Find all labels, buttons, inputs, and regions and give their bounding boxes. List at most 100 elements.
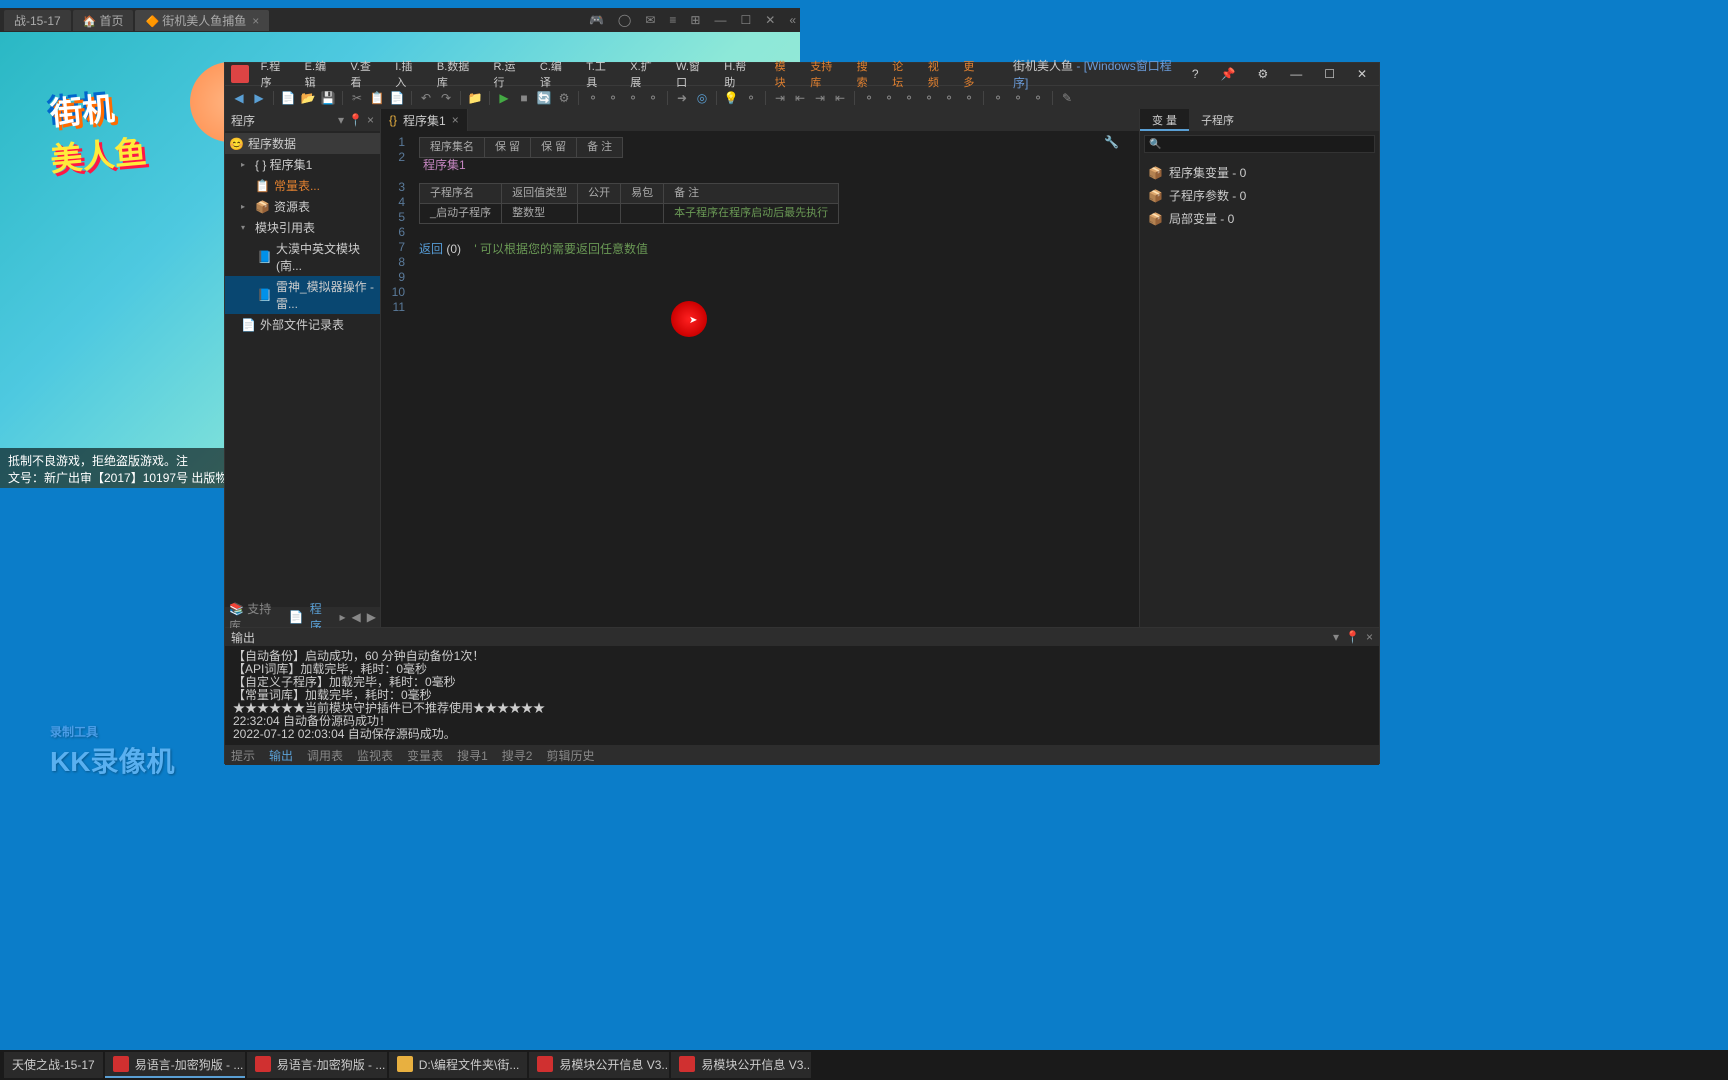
menu-extra-more[interactable]: 更多 [957,56,991,92]
forward-icon[interactable]: ▶ [251,90,267,106]
rp-search-input[interactable]: 🔍 [1144,135,1375,153]
taskbar-item-4[interactable]: 易模块公开信息 V3... [529,1052,669,1078]
output-content[interactable]: 【自动备份】启动成功，60 分钟自动备份1次！ 【API词库】加载完毕，耗时：0… [225,646,1379,745]
menu-help[interactable]: H.帮助 [718,56,762,92]
output-tab-watch[interactable]: 监视表 [357,747,393,764]
run-icon[interactable]: ▶ [496,90,512,106]
tree-item-constants[interactable]: 📋常量表... [225,175,380,196]
more6-icon[interactable]: ⚬ [961,90,977,106]
menu-run[interactable]: R.运行 [487,56,531,92]
more5-icon[interactable]: ⚬ [941,90,957,106]
menu-file[interactable]: F.程序 [255,56,297,92]
target-icon[interactable]: ◎ [694,90,710,106]
output-close-icon[interactable]: × [1366,630,1373,644]
redo-icon[interactable]: ↷ [438,90,454,106]
mail-icon[interactable]: ✉ [645,13,655,27]
code-editor[interactable]: 1 2 3 4 5 6 7 8 9 10 11 程序集名保 留保 留备 注 [381,131,1139,627]
menu-icon[interactable]: ≡ [669,13,676,27]
undo-icon[interactable]: ↶ [418,90,434,106]
wand-icon[interactable]: ✎ [1059,90,1075,106]
menu-extra-video[interactable]: 视频 [922,56,956,92]
menu-window[interactable]: W.窗口 [670,56,716,92]
tool5-icon[interactable]: ⚬ [743,90,759,106]
more9-icon[interactable]: ⚬ [1030,90,1046,106]
output-tab-output[interactable]: 输出 [269,747,293,764]
new-icon[interactable]: 📄 [280,90,296,106]
rp-tab-vars[interactable]: 变 量 [1140,109,1189,131]
output-tab-clip[interactable]: 剪辑历史 [546,747,594,764]
taskbar-item-0[interactable]: 天使之战-15-17 [4,1052,103,1078]
settings-icon[interactable]: ⚙ [1251,67,1274,81]
bulb-icon[interactable]: 💡 [723,90,739,106]
tree-root[interactable]: 😊程序数据 [225,133,380,154]
rp-tab-subs[interactable]: 子程序 [1189,109,1246,131]
rp-item-locals[interactable]: 📦局部变量 - 0 [1144,207,1375,230]
menu-extra-lib[interactable]: 支持库 [804,56,848,92]
more4-icon[interactable]: ⚬ [921,90,937,106]
tree-item-external[interactable]: 📄外部文件记录表 [225,314,380,335]
rp-item-setvar[interactable]: 📦程序集变量 - 0 [1144,161,1375,184]
menu-insert[interactable]: I.插入 [389,56,429,92]
minimize-icon[interactable]: — [714,13,726,27]
menu-edit[interactable]: E.编辑 [299,56,343,92]
help-icon[interactable]: ? [1186,67,1205,81]
output-tab-hint[interactable]: 提示 [231,747,255,764]
user-icon[interactable]: ◯ [618,13,631,27]
more7-icon[interactable]: ⚬ [990,90,1006,106]
taskbar-item-1[interactable]: 易语言-加密狗版 - ... [105,1052,245,1078]
output-tab-call[interactable]: 调用表 [307,747,343,764]
back-icon[interactable]: ◀ [231,90,247,106]
tree-item-resources[interactable]: ▸📦资源表 [225,196,380,217]
game-tab-1[interactable]: 🏠 首页 [73,10,134,31]
editor-tool-icon[interactable]: 🔧 [1104,135,1119,149]
tree-item-programset[interactable]: ▸{ } 程序集1 [225,154,380,175]
taskbar-item-2[interactable]: 易语言-加密狗版 - ... [247,1052,387,1078]
paste-icon[interactable]: 📄 [389,90,405,106]
pin-icon[interactable]: 📌 [1215,67,1242,81]
copy-icon[interactable]: 📋 [369,90,385,106]
output-tab-var[interactable]: 变量表 [407,747,443,764]
taskbar-item-3[interactable]: D:\编程文件夹\街... [389,1052,528,1078]
taskbar-item-5[interactable]: 易模块公开信息 V3... [671,1052,811,1078]
more2-icon[interactable]: ⚬ [881,90,897,106]
more1-icon[interactable]: ⚬ [861,90,877,106]
tool2-icon[interactable]: ⚬ [605,90,621,106]
multi-icon[interactable]: ⊞ [690,13,700,27]
menu-extend[interactable]: X.扩展 [624,56,668,92]
menu-extra-search[interactable]: 搜索 [851,56,885,92]
build-icon[interactable]: ⚙ [556,90,572,106]
gamepad-icon[interactable]: 🎮 [589,13,604,27]
indent4-icon[interactable]: ⇤ [832,90,848,106]
game-tab-0[interactable]: 战-15-17 [4,10,71,31]
folder-icon[interactable]: 📁 [467,90,483,106]
collapse-icon[interactable]: « [789,13,796,27]
output-pin-icon[interactable]: 📍 [1345,630,1360,644]
menu-compile[interactable]: C.编译 [534,56,578,92]
game-tab-2[interactable]: 🔶 街机美人鱼捕鱼× [135,10,269,31]
menu-database[interactable]: B.数据库 [431,56,486,92]
tool4-icon[interactable]: ⚬ [645,90,661,106]
sidebar-tab-more[interactable]: ▸ [340,610,346,624]
indent3-icon[interactable]: ⇥ [812,90,828,106]
tool3-icon[interactable]: ⚬ [625,90,641,106]
menu-tools[interactable]: T.工具 [580,56,622,92]
tool1-icon[interactable]: ⚬ [585,90,601,106]
sidebar-scroll-left[interactable]: ◀ [352,610,361,624]
rp-item-params[interactable]: 📦子程序参数 - 0 [1144,184,1375,207]
tree-item-module-2[interactable]: 📘雷神_模拟器操作 - 雷... [225,276,380,314]
stop-icon[interactable]: ■ [516,90,532,106]
menu-extra-forum[interactable]: 论坛 [886,56,920,92]
arrow-icon[interactable]: ➜ [674,90,690,106]
output-tab-find1[interactable]: 搜寻1 [457,747,488,764]
sidebar-scroll-right[interactable]: ▶ [367,610,376,624]
tree-item-modules[interactable]: ▾模块引用表 [225,217,380,238]
close-icon[interactable]: × [252,14,259,28]
maximize-icon[interactable]: ☐ [740,13,751,27]
close-panel-icon[interactable]: × [367,113,374,127]
more3-icon[interactable]: ⚬ [901,90,917,106]
close-window-icon[interactable]: ✕ [765,13,775,27]
cut-icon[interactable]: ✂ [349,90,365,106]
menu-extra-module[interactable]: 模块 [769,56,803,92]
sidebar-tab-2[interactable]: 📄 [289,610,304,624]
more8-icon[interactable]: ⚬ [1010,90,1026,106]
